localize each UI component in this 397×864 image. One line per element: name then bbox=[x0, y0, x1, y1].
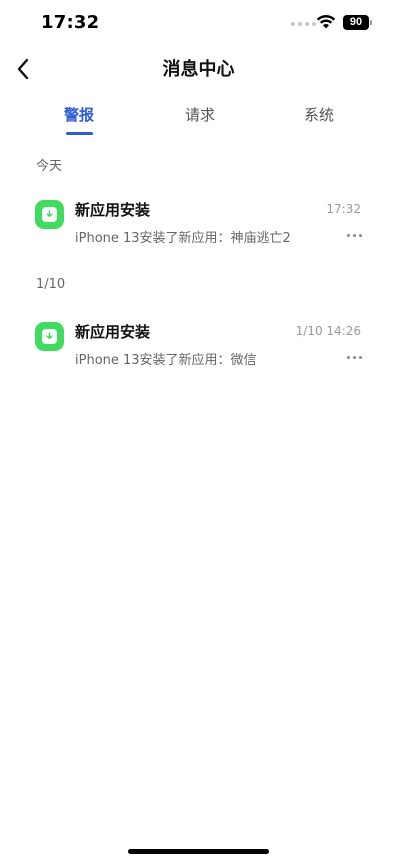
notification-title: 新应用安装 bbox=[75, 323, 151, 341]
notification-item[interactable]: 新应用安装 1/10 14:26 iPhone 13安装了新应用：微信 bbox=[0, 318, 397, 388]
notification-item[interactable]: 新应用安装 17:32 iPhone 13安装了新应用：神庙逃亡2 bbox=[0, 196, 397, 266]
notification-body: iPhone 13安装了新应用：微信 bbox=[75, 353, 257, 368]
app-install-icon bbox=[35, 322, 64, 351]
page-title: 消息中心 bbox=[162, 59, 235, 80]
more-options-button[interactable] bbox=[347, 232, 362, 239]
cellular-signal-icon bbox=[291, 22, 316, 26]
battery-icon: 90 bbox=[343, 15, 369, 30]
notification-title: 新应用安装 bbox=[75, 201, 151, 219]
tab-bar: 警报 请求 系统 bbox=[0, 100, 397, 140]
notification-time: 17:32 bbox=[326, 202, 361, 216]
tab-alerts[interactable]: 警报 bbox=[64, 104, 94, 125]
more-options-button[interactable] bbox=[347, 354, 362, 361]
tab-system[interactable]: 系统 bbox=[304, 104, 334, 125]
tab-active-indicator bbox=[66, 132, 93, 135]
status-bar: 17:32 90 bbox=[0, 0, 397, 46]
section-header-date: 1/10 bbox=[36, 277, 66, 292]
battery-nub bbox=[370, 20, 372, 25]
status-time: 17:32 bbox=[41, 12, 100, 33]
section-header-today: 今天 bbox=[36, 159, 63, 174]
tab-requests[interactable]: 请求 bbox=[185, 104, 215, 125]
app-install-icon bbox=[35, 200, 64, 229]
notification-body: iPhone 13安装了新应用：神庙逃亡2 bbox=[75, 231, 291, 246]
wifi-icon bbox=[316, 14, 336, 29]
notification-time: 1/10 14:26 bbox=[295, 324, 361, 338]
home-indicator[interactable] bbox=[128, 849, 269, 854]
